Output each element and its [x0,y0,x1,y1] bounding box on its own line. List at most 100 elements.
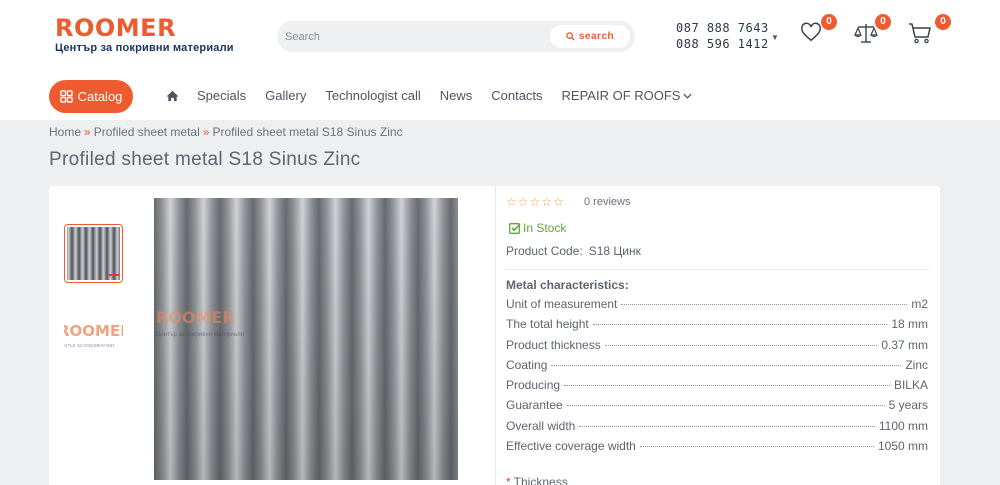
spec-leader [551,364,902,366]
spec-value: 1100 mm [878,418,928,433]
svg-text:Център за покривни материали: Център за покривни материали [156,332,244,338]
rating-stars[interactable]: ☆☆☆☆☆ [506,195,565,209]
thumbnail-logo[interactable]: ROOMER Център за покривни мат [64,309,123,368]
svg-text:ROOMER: ROOMER [156,308,235,327]
scales-icon [854,24,878,43]
svg-text:Център за покривни мат: Център за покривни мат [64,343,115,349]
info-divider [506,269,929,270]
compare-button[interactable] [854,22,878,49]
spec-row: Unit of measurement m2 [506,297,928,317]
thumbnail-image [67,227,120,280]
spec-row: Effective coverage width 1050 mm [506,439,928,459]
spec-list: Unit of measurement m2 The total height 18… [506,297,928,459]
card-divider [495,186,496,485]
spec-leader [621,304,908,305]
nav-repair-label: REPAIR OF ROOFS [561,88,681,103]
nav-home[interactable] [166,90,179,102]
search-bar: search [277,21,635,52]
breadcrumb-separator: » [84,125,91,139]
thumbnail-product[interactable] [64,224,123,283]
spec-key: Overall width [506,418,576,433]
spec-key: Unit of measurement [506,297,618,311]
breadcrumb-category[interactable]: Profiled sheet metal [94,125,200,139]
logo-tagline: Център за покривни материали [55,42,234,54]
cart-button[interactable] [908,22,932,49]
reviews-link[interactable]: 0 reviews [584,196,630,208]
chevron-down-icon [683,93,693,99]
spec-row: The total height 18 mm [506,317,928,337]
site-header: ROOMER Център за покривни материали sear… [0,0,1000,120]
spec-value: 1050 mm [877,439,928,454]
catalog-label: Catalog [77,89,123,104]
search-button-label: search [578,31,615,42]
product-card: ROOMER Център за покривни мат [49,186,940,485]
nav-news[interactable]: News [440,88,473,103]
spec-leader [639,446,874,448]
site-logo[interactable]: ROOMER Център за покривни материали [55,15,234,54]
search-input[interactable] [285,27,535,46]
wishlist-count-badge: 0 [821,14,837,30]
nav-specials[interactable]: Specials [197,88,246,103]
spec-row: Producing BILKA [506,378,928,398]
search-button[interactable]: search [550,25,630,48]
stock-status: In Stock [509,221,566,235]
cart-icon [909,23,931,44]
spec-key: The total height [506,317,589,332]
product-code: Product Code: S18 Цинк [506,244,641,258]
spec-key: Producing [506,378,561,393]
spec-leader [579,425,875,427]
breadcrumb: Home» Profiled sheet metal» Profiled sheet… [49,125,403,139]
product-main-image[interactable]: ROOMER Център за покривни материали [154,198,458,480]
characteristics-title: Metal characteristics: [506,278,629,292]
home-icon [166,90,179,101]
product-code-value: S18 Цинк [588,244,641,258]
grid-icon [59,90,73,103]
catalog-button[interactable]: Catalog [49,80,133,113]
nav-repair-of-roofs[interactable]: REPAIR OF ROOFS [562,88,693,103]
corrugated-sheet-image: ROOMER Център за покривни материали [154,198,458,480]
svg-text:ROOMER: ROOMER [64,322,123,340]
spec-leader [564,385,890,387]
chevron-down-icon[interactable]: ▼ [771,33,779,42]
breadcrumb-home[interactable]: Home [49,125,81,139]
spec-value: BILKA [893,378,928,393]
check-square-icon [509,223,521,234]
main-nav: Specials Gallery Technologist call News … [166,88,711,103]
thickness-option-label: * Thickness [506,475,568,485]
spec-value: m2 [911,297,928,311]
product-code-label: Product Code: [506,244,583,258]
phone-list[interactable]: 087 888 7643 088 596 1412 [676,20,769,52]
page-title: Profiled sheet metal S18 Sinus Zinc [49,149,361,170]
spec-key: Product thickness [506,337,601,352]
nav-technologist-call[interactable]: Technologist call [325,88,420,103]
wishlist-button[interactable] [800,22,822,49]
spec-key: Guarantee [506,398,563,413]
breadcrumb-current: Profiled sheet metal S18 Sinus Zinc [212,125,403,139]
spec-value: Zinc [905,357,928,372]
nav-gallery[interactable]: Gallery [265,88,306,103]
stock-label: In Stock [523,221,567,235]
logo-wordmark: ROOMER [55,14,177,42]
nav-contacts[interactable]: Contacts [491,88,542,103]
spec-value: 18 mm [891,317,928,332]
thumbnail-logo-image: ROOMER Център за покривни мат [64,322,123,349]
compare-count-badge: 0 [875,14,891,30]
spec-row: Product thickness 0.37 mm [506,338,928,358]
required-marker: * [506,475,511,485]
spec-value: 5 years [888,398,928,413]
spec-row: Guarantee 5 years [506,398,928,418]
spec-key: Effective coverage width [506,439,636,454]
spec-row: Overall width 1100 mm [506,419,928,439]
breadcrumb-separator: » [202,125,210,139]
spec-leader [592,324,888,326]
phone-number-1[interactable]: 087 888 7643 [676,20,769,36]
spec-leader [566,405,885,407]
heart-icon [801,22,821,42]
spec-row: Coating Zinc [506,358,928,378]
spec-key: Coating [506,357,548,372]
cart-count-badge: 0 [935,14,951,30]
thickness-label: Thickness [513,475,568,485]
phone-number-2[interactable]: 088 596 1412 [676,36,769,52]
spec-value: 0.37 mm [881,337,928,352]
spec-leader [604,344,878,346]
